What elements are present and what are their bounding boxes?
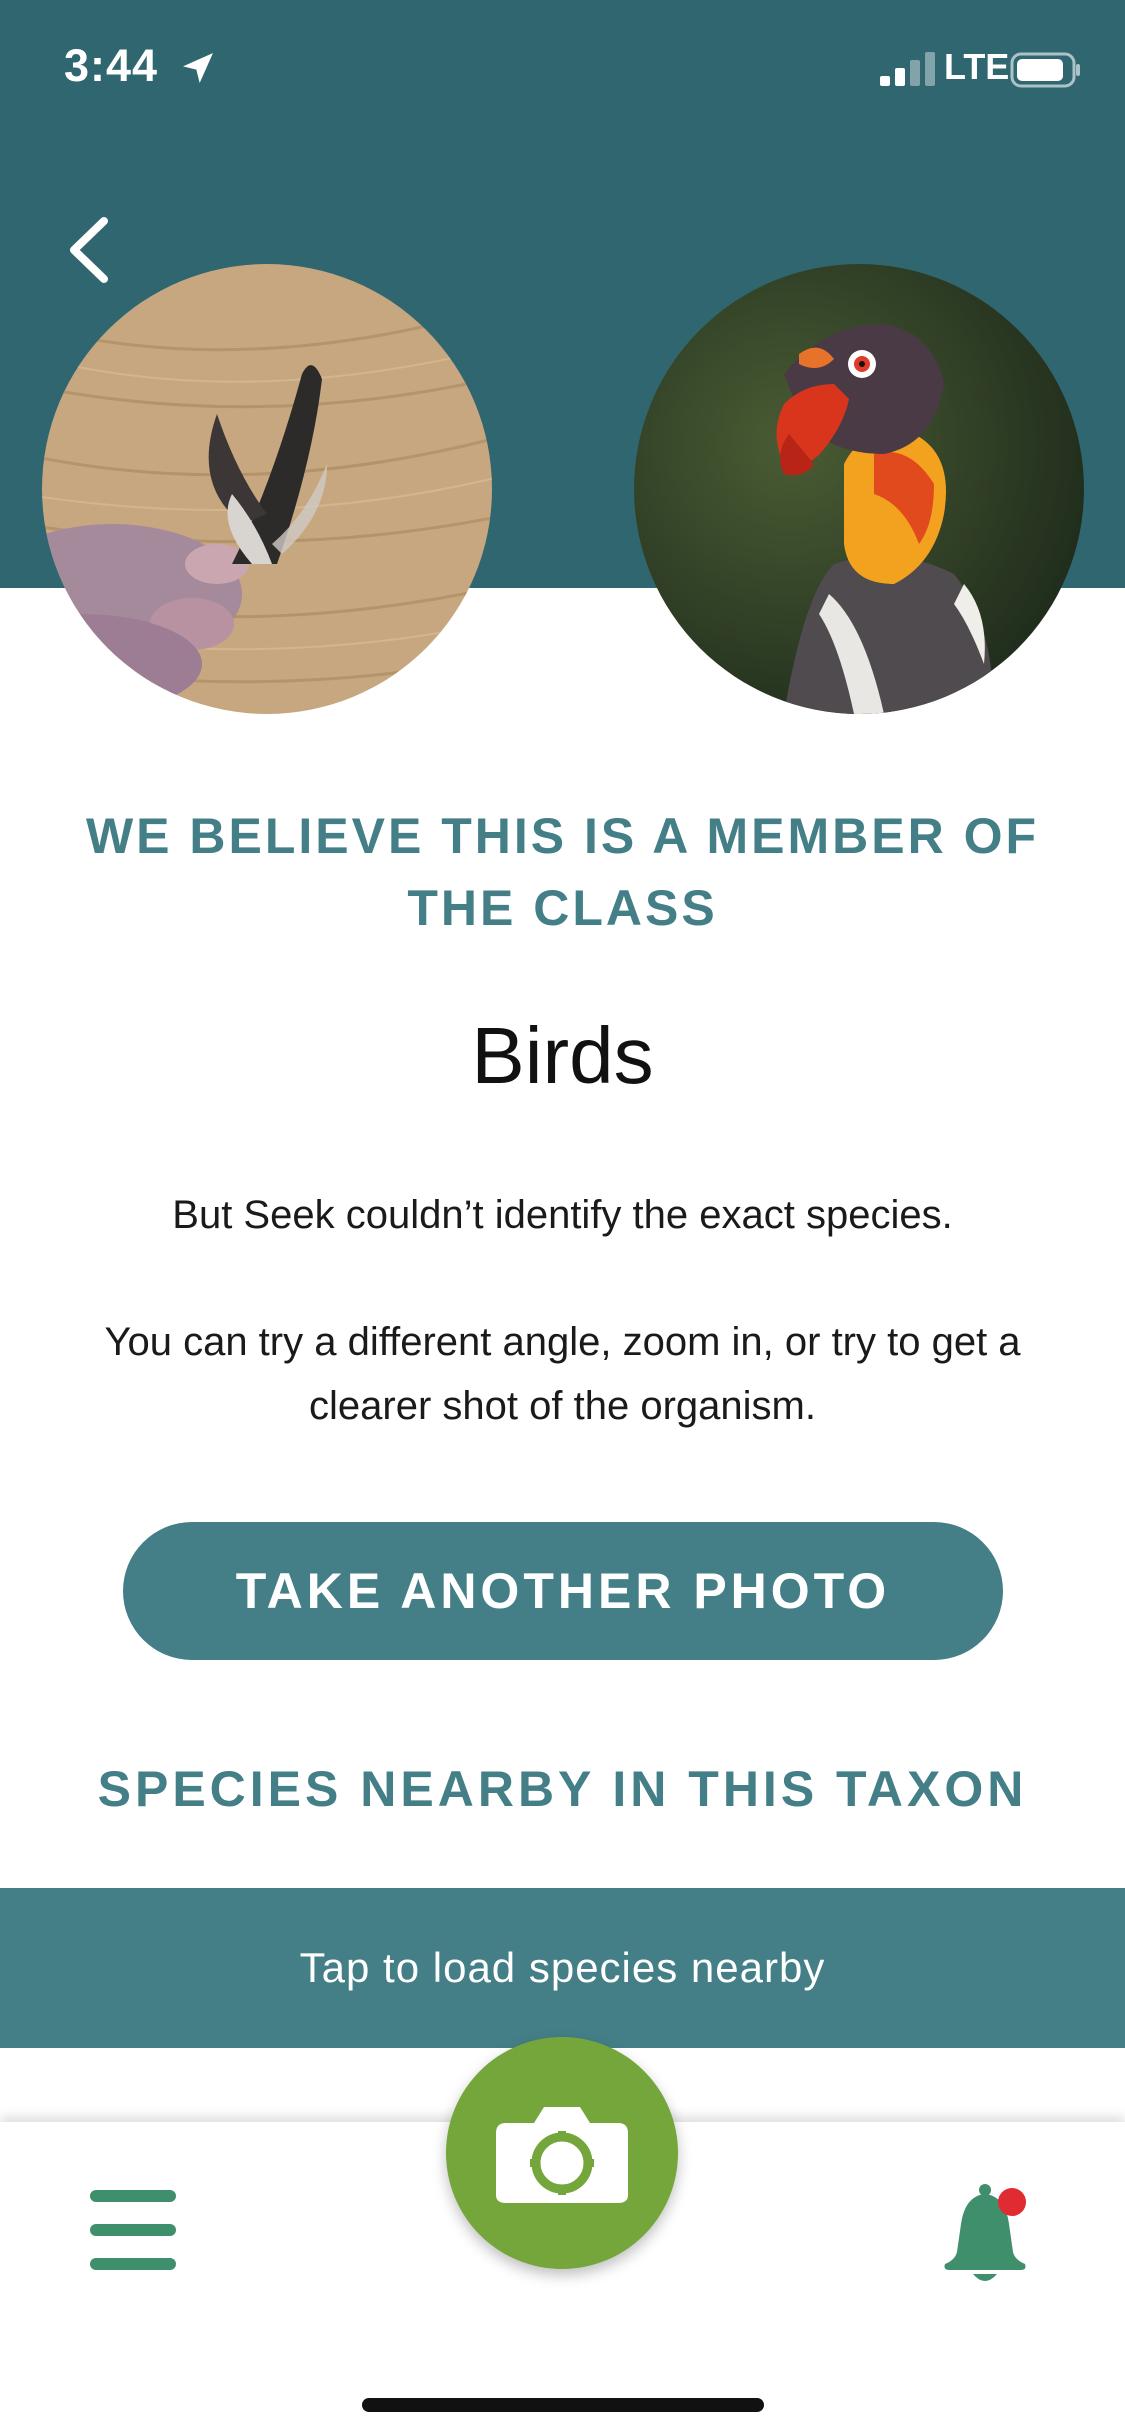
- status-bar: 3:44 LTE: [0, 0, 1125, 140]
- camera-icon: [496, 2107, 628, 2203]
- class-heading: WE BELIEVE THIS IS A MEMBER OF THE CLASS: [85, 808, 1039, 936]
- user-photo: [42, 264, 492, 714]
- chevron-left-icon: [70, 217, 108, 283]
- menu-button[interactable]: [90, 2190, 176, 2270]
- taxon-name: Birds: [471, 1011, 654, 1100]
- camera-button[interactable]: [446, 2037, 678, 2269]
- status-time: 3:44: [64, 40, 159, 91]
- back-button[interactable]: [58, 210, 118, 290]
- king-vulture-photo: [634, 264, 1084, 714]
- identification-message: But Seek couldn’t identify the exact spe…: [172, 1193, 953, 1237]
- load-species-nearby-button[interactable]: Tap to load species nearby: [0, 1888, 1125, 2048]
- battery-icon: [1010, 52, 1080, 88]
- reference-photo: [634, 264, 1084, 714]
- cellular-signal-icon: [880, 52, 935, 86]
- home-indicator: [362, 2398, 764, 2412]
- notification-bell-icon: [944, 2184, 1026, 2281]
- feather-photo: [42, 264, 492, 714]
- network-label: LTE: [944, 46, 1010, 87]
- take-another-photo-button[interactable]: TAKE ANOTHER PHOTO: [123, 1522, 1003, 1660]
- notification-badge: [998, 2188, 1026, 2216]
- location-arrow-icon: [183, 53, 213, 83]
- notifications-button[interactable]: [935, 2180, 1045, 2290]
- tip-message: You can try a different angle, zoom in, …: [104, 1320, 1021, 1428]
- species-nearby-heading: SPECIES NEARBY IN THIS TAXON: [97, 1761, 1028, 1817]
